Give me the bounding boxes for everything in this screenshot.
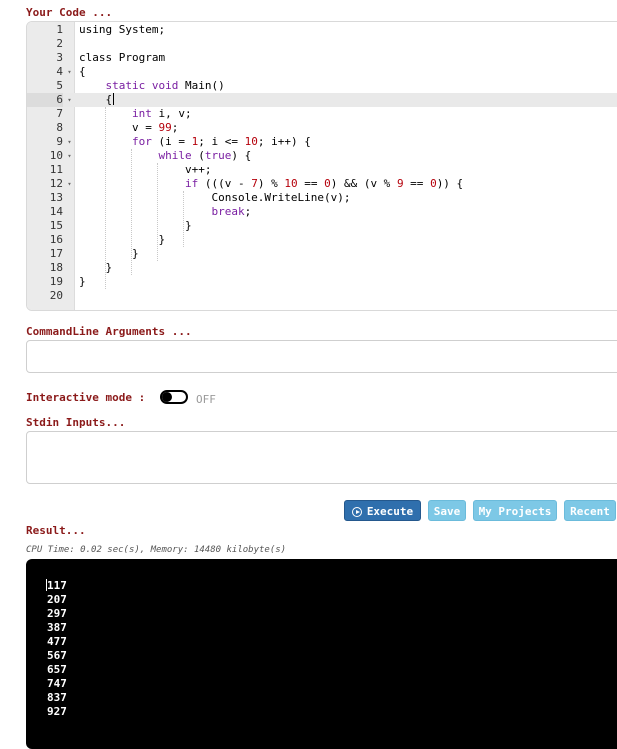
interactive-mode-label: Interactive mode :: [26, 391, 146, 404]
code-text: {: [79, 93, 115, 106]
code-text: v++;: [79, 163, 212, 176]
code-line[interactable]: 4 ▾ {: [27, 65, 617, 79]
line-number: 15: [49, 219, 63, 232]
code-line[interactable]: 18 }: [27, 261, 617, 275]
code-text: }: [79, 233, 166, 246]
indent-guide: [183, 191, 184, 247]
play-circle-icon: [351, 507, 362, 517]
code-text: if (((v - 7) % 10 == 0) && (v % 9 == 0))…: [184, 177, 464, 190]
stdin-input[interactable]: [26, 431, 617, 484]
output-line: 477: [47, 635, 67, 648]
line-number: 17: [49, 247, 63, 260]
code-line[interactable]: 5 static void Main(): [27, 79, 617, 93]
interactive-mode-state: OFF: [196, 393, 216, 406]
code-line[interactable]: 14 break;: [27, 205, 617, 219]
output-line: 117: [47, 579, 67, 592]
code-text: }: [79, 275, 86, 288]
code-text: class Program: [79, 51, 166, 64]
your-code-label: Your Code ...: [26, 6, 113, 19]
line-number: 9: [56, 135, 63, 148]
indent-guide: [131, 149, 132, 275]
code-line[interactable]: 8 v = 99;: [27, 121, 617, 135]
code-text: }: [79, 219, 192, 232]
indent-guide: [157, 163, 158, 261]
code-text: }: [79, 247, 139, 260]
code-line[interactable]: 12 ▾ if (((v - 7) % 10 == 0) && (v % 9 ==…: [27, 177, 617, 191]
command-line-label: CommandLine Arguments ...: [26, 325, 192, 338]
line-number: 12: [49, 177, 63, 190]
execute-button[interactable]: Execute: [344, 500, 421, 521]
save-button[interactable]: Save: [428, 500, 466, 521]
output-line: 927: [47, 705, 67, 718]
recent-button[interactable]: Recent: [564, 500, 616, 521]
output-line: 747: [47, 677, 67, 690]
fold-chevron-icon[interactable]: ▾: [65, 177, 74, 191]
code-text: v = 99;: [79, 121, 179, 134]
fold-chevron-icon[interactable]: ▾: [65, 149, 74, 163]
line-number: 19: [49, 275, 63, 288]
fold-chevron-icon[interactable]: ▾: [65, 135, 74, 149]
indent-guide: [105, 107, 106, 289]
code-line[interactable]: 17 }: [27, 247, 617, 261]
code-text: static void Main(): [105, 79, 225, 92]
code-text: Console.WriteLine(v);: [79, 191, 351, 204]
line-number: 6: [27, 93, 63, 107]
code-text: for (i = 1; i <= 10; i++) {: [131, 135, 311, 148]
my-projects-button[interactable]: My Projects: [473, 500, 557, 521]
line-number: 20: [49, 289, 63, 302]
code-line[interactable]: 1 using System;: [27, 23, 617, 37]
line-number: 8: [56, 121, 63, 134]
code-text: int i, v;: [131, 107, 192, 120]
output-line: 387: [47, 621, 67, 634]
fold-chevron-icon[interactable]: ▾: [65, 93, 74, 107]
line-number: 3: [56, 51, 63, 64]
code-text: using System;: [79, 23, 166, 36]
command-line-input[interactable]: [26, 340, 617, 373]
output-line: 567: [47, 649, 67, 662]
code-line[interactable]: 20: [27, 289, 617, 303]
interactive-mode-toggle[interactable]: [160, 390, 188, 404]
code-line[interactable]: 10 ▾ while (true) {: [27, 149, 617, 163]
fold-chevron-icon[interactable]: ▾: [65, 65, 74, 79]
line-number: 16: [49, 233, 63, 246]
code-line[interactable]: 2: [27, 37, 617, 51]
stdin-label: Stdin Inputs...: [26, 416, 126, 429]
code-line[interactable]: 11 v++;: [27, 163, 617, 177]
line-number: 13: [49, 191, 63, 204]
output-line: 657: [47, 663, 67, 676]
line-number: 18: [49, 261, 63, 274]
output-line: 837: [47, 691, 67, 704]
toggle-knob: [162, 392, 172, 402]
code-text: {: [79, 65, 86, 78]
line-number: 2: [56, 37, 63, 50]
code-line[interactable]: 6 ▾ {: [27, 93, 617, 107]
line-number: 11: [49, 163, 63, 176]
code-editor[interactable]: 1 using System; 2 3 class Program 4 ▾{5 static…: [26, 21, 617, 311]
output-line: 297: [47, 607, 67, 620]
execute-button-label: Execute: [366, 505, 414, 518]
code-line[interactable]: 13 Console.WriteLine(v);: [27, 191, 617, 205]
output-line: 207: [47, 593, 67, 606]
line-number: 1: [56, 23, 63, 36]
code-line[interactable]: 16 }: [27, 233, 617, 247]
result-label: Result...: [26, 524, 86, 537]
line-number: 14: [49, 205, 63, 218]
code-line[interactable]: 15 }: [27, 219, 617, 233]
code-line[interactable]: 7 int i, v;: [27, 107, 617, 121]
cpu-memory-info: CPU Time: 0.02 sec(s), Memory: 14480 kil…: [26, 545, 287, 555]
code-line[interactable]: 19}: [27, 275, 617, 289]
output-console: 117 207 297 387 477 567 657 747 837 927: [26, 559, 617, 749]
code-line[interactable]: 9 ▾ for (i = 1; i <= 10; i++) {: [27, 135, 617, 149]
line-number: 7: [56, 107, 63, 120]
line-number: 4: [56, 65, 63, 78]
line-number: 10: [49, 149, 63, 162]
code-line[interactable]: 3 class Program: [27, 51, 617, 65]
code-text: }: [79, 261, 113, 274]
line-number: 5: [56, 79, 63, 92]
